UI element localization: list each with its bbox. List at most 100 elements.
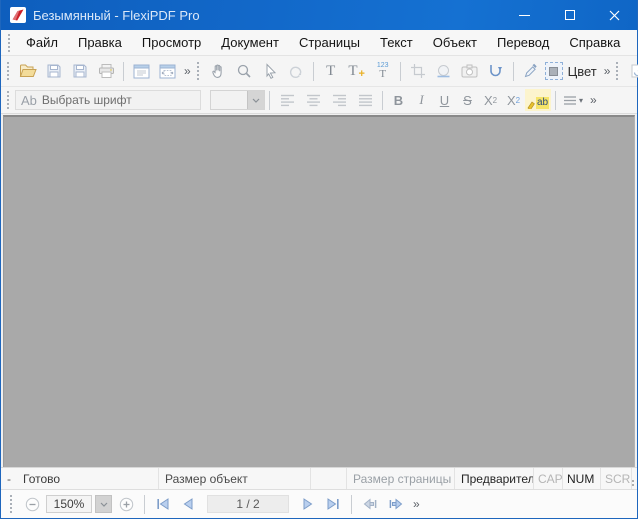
page-view-icon [133, 64, 149, 78]
font-size-select[interactable] [210, 90, 265, 110]
plus-icon: + [358, 68, 365, 80]
toolbar-separator [144, 494, 145, 514]
menu-help[interactable]: Справка [559, 31, 630, 54]
highlighter-pen-icon [527, 101, 535, 109]
toolbar-separator [512, 61, 514, 81]
toolbar-overflow-chevron[interactable]: » [586, 93, 600, 107]
status-ready-text: Готово [23, 471, 61, 486]
view-forward-button[interactable] [384, 493, 406, 515]
menubar-grip[interactable] [8, 33, 10, 52]
menu-pages[interactable]: Страницы [289, 31, 370, 54]
strikethrough-button[interactable]: S [456, 89, 479, 111]
status-resize-grip[interactable] [632, 468, 637, 489]
toolbar-grip[interactable] [10, 495, 12, 513]
page-view-button[interactable] [128, 59, 154, 83]
status-page-size: Размер страницы [347, 468, 455, 489]
snapshot-button[interactable] [457, 59, 483, 83]
menu-document[interactable]: Документ [211, 31, 289, 54]
save-button[interactable] [41, 59, 67, 83]
font-select[interactable]: Ab [15, 90, 201, 110]
cursor-icon [266, 63, 276, 79]
color-picker-button[interactable] [518, 59, 544, 83]
zoom-out-button[interactable] [21, 493, 43, 515]
subscript-button[interactable]: X2 [502, 89, 525, 111]
maximize-button[interactable] [547, 0, 592, 30]
align-right-button[interactable] [326, 88, 352, 112]
toolbar-separator [382, 90, 383, 110]
toolbar-grip[interactable] [7, 62, 9, 80]
align-left-button[interactable] [274, 88, 300, 112]
zoom-in-icon [119, 497, 133, 511]
select-tool-button[interactable] [257, 59, 283, 83]
status-scroll-lock: SCRL [601, 468, 632, 489]
previous-page-button[interactable] [177, 493, 199, 515]
toolbar-separator [399, 61, 401, 81]
menu-file[interactable]: Файл [16, 31, 68, 54]
font-name-input[interactable] [41, 93, 172, 107]
superscript-button[interactable]: X2 [479, 89, 502, 111]
italic-button[interactable]: I [410, 89, 433, 111]
page-refresh-button[interactable] [624, 59, 638, 83]
add-text-icon: T [348, 62, 358, 79]
add-text-button[interactable]: T + [344, 59, 370, 83]
save-icon [47, 64, 61, 78]
line-spacing-button[interactable]: ▾ [560, 88, 586, 112]
toolbar-separator [269, 90, 270, 110]
menu-text[interactable]: Текст [370, 31, 423, 54]
menu-object[interactable]: Объект [423, 31, 487, 54]
toolbar-separator [351, 494, 352, 514]
status-preview: Предварител [455, 468, 534, 489]
edit-text-icon: T [326, 62, 336, 79]
zoom-level-dropdown[interactable] [95, 495, 112, 513]
font-size-dropdown[interactable] [247, 91, 264, 109]
align-center-button[interactable] [300, 88, 326, 112]
reflow-button[interactable] [483, 59, 509, 83]
zoom-in-button[interactable] [115, 493, 137, 515]
document-canvas[interactable] [3, 115, 635, 467]
status-num-lock: NUM [563, 468, 601, 489]
toolbar-overflow-chevron[interactable]: » [180, 64, 194, 78]
paragraph-numbering-button[interactable]: 123 T [370, 59, 396, 83]
toolbar-overflow-chevron[interactable]: » [409, 497, 423, 511]
open-button[interactable] [15, 59, 41, 83]
print-button[interactable] [93, 59, 119, 83]
underline-button[interactable]: U [433, 89, 456, 111]
image-button[interactable] [431, 59, 457, 83]
page-refresh-icon [631, 64, 638, 78]
toolbar-grip[interactable] [7, 91, 9, 109]
zoom-level-field[interactable]: 150% [46, 495, 92, 513]
back-arrow-icon [363, 498, 376, 510]
menu-view[interactable]: Просмотр [132, 31, 211, 54]
flexipdf-logo-icon [10, 7, 26, 23]
edit-text-button[interactable]: T [318, 59, 344, 83]
toolbar-overflow-chevron[interactable]: » [600, 64, 614, 78]
superscript-mark: 2 [492, 95, 498, 105]
first-page-button[interactable] [152, 493, 174, 515]
last-page-icon [327, 498, 339, 510]
crop-button[interactable] [405, 59, 431, 83]
close-icon [609, 10, 620, 20]
menu-edit[interactable]: Правка [68, 31, 132, 54]
menu-translate[interactable]: Перевод [487, 31, 559, 54]
bold-button[interactable]: B [387, 89, 410, 111]
view-back-button[interactable] [359, 493, 381, 515]
next-page-button[interactable] [297, 493, 319, 515]
open-folder-icon [19, 64, 37, 77]
color-button[interactable]: Цвет [544, 59, 600, 83]
page-thumbnails-button[interactable] [154, 59, 180, 83]
hand-tool-button[interactable] [205, 59, 231, 83]
close-button[interactable] [592, 0, 637, 30]
toolbar-grip[interactable] [196, 62, 199, 80]
page-indicator-field[interactable]: 1 / 2 [207, 495, 289, 513]
color-swatch-icon [544, 62, 563, 80]
undo-button[interactable] [283, 59, 309, 83]
align-justify-button[interactable] [352, 88, 378, 112]
minimize-button[interactable] [502, 0, 547, 30]
last-page-button[interactable] [322, 493, 344, 515]
highlight-button[interactable]: ab [525, 89, 551, 111]
forward-arrow-icon [389, 498, 402, 510]
print-icon [98, 64, 114, 78]
zoom-tool-button[interactable] [231, 59, 257, 83]
toolbar-grip[interactable] [616, 62, 619, 80]
save-as-button[interactable] [67, 59, 93, 83]
